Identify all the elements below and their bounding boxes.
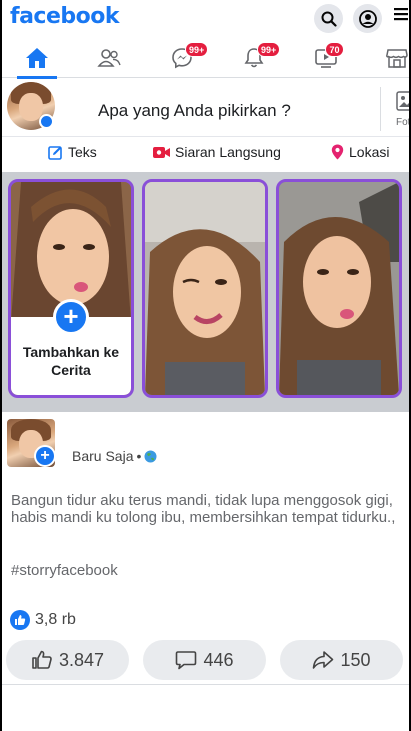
tab-friends[interactable] <box>79 38 139 78</box>
reaction-summary[interactable]: 3,8 rb <box>10 610 76 630</box>
messenger-badge: 99+ <box>185 42 209 57</box>
menu-icon <box>394 8 408 21</box>
search-icon <box>321 11 337 27</box>
facebook-logo[interactable]: facebook <box>10 4 120 29</box>
live-button[interactable]: Siaran Langsung <box>153 144 281 160</box>
thumbs-up-icon <box>32 650 52 669</box>
tab-home[interactable] <box>7 38 67 79</box>
reaction-count: 3,8 rb <box>35 611 76 628</box>
like-reaction-icon <box>10 610 30 630</box>
divider <box>2 684 409 685</box>
edit-icon <box>48 145 62 160</box>
photo-button[interactable]: Fot <box>380 87 409 131</box>
top-bar: facebook <box>2 0 409 38</box>
live-video-icon <box>153 146 170 158</box>
create-story-label: Tambahkan ke Cerita <box>22 344 120 378</box>
photo-icon <box>396 91 409 111</box>
meta-separator: • <box>136 448 142 464</box>
notifications-badge: 99+ <box>257 42 281 57</box>
text-post-label: Teks <box>68 144 97 160</box>
online-indicator <box>39 114 54 129</box>
share-icon <box>313 651 334 669</box>
post-meta: Baru Saja • <box>72 448 157 464</box>
tab-notifications[interactable]: 99+ <box>224 38 284 78</box>
app-screen: facebook 99+ 99+ 70 Apa yang Anda pikirk… <box>2 0 409 731</box>
add-story-icon[interactable]: + <box>53 299 89 335</box>
home-icon <box>26 48 48 68</box>
post-text: Bangun tidur aku terus mandi, tidak lupa… <box>11 492 396 526</box>
live-label: Siaran Langsung <box>175 144 281 160</box>
text-post-button[interactable]: Teks <box>48 144 97 160</box>
like-button[interactable]: 3.847 <box>6 640 129 680</box>
tab-marketplace[interactable] <box>367 38 409 78</box>
story-card[interactable] <box>142 179 268 398</box>
location-button[interactable]: Lokasi <box>331 144 389 160</box>
main-nav: 99+ 99+ 70 <box>2 38 409 79</box>
feed-post: + Baru Saja • Bangun tidur aku terus man… <box>2 408 409 688</box>
store-icon <box>386 49 408 68</box>
create-story-footer: + Tambahkan ke Cerita <box>11 299 131 395</box>
comment-count: 446 <box>203 649 234 670</box>
comment-button[interactable]: 446 <box>143 640 266 680</box>
composer-actions: Teks Siaran Langsung Lokasi <box>2 138 409 170</box>
share-count: 150 <box>340 649 371 670</box>
share-button[interactable]: 150 <box>280 640 403 680</box>
stories-tray: + Tambahkan ke Cerita <box>2 172 409 408</box>
story-photo <box>145 182 265 395</box>
story-card[interactable] <box>276 179 402 398</box>
profile-button[interactable] <box>353 4 382 33</box>
story-photo <box>279 182 399 395</box>
post-time: Baru Saja <box>72 448 134 464</box>
tab-messenger[interactable]: 99+ <box>152 38 212 78</box>
comment-icon <box>176 651 197 670</box>
watch-badge: 70 <box>325 42 344 57</box>
tab-watch[interactable]: 70 <box>296 38 356 78</box>
add-friend-icon[interactable]: + <box>34 445 56 467</box>
post-hashtag[interactable]: #storryfacebook <box>11 562 118 579</box>
composer-input[interactable]: Apa yang Anda pikirkan ? <box>98 101 291 121</box>
globe-icon <box>144 450 157 462</box>
location-pin-icon <box>331 144 344 160</box>
like-count: 3.847 <box>58 649 105 670</box>
post-composer: Apa yang Anda pikirkan ? Fot <box>2 79 409 137</box>
search-button[interactable] <box>314 4 343 33</box>
profile-icon <box>358 9 377 28</box>
friends-icon <box>97 49 121 67</box>
create-story-card[interactable]: + Tambahkan ke Cerita <box>8 179 134 398</box>
photo-label: Fot <box>396 117 409 128</box>
location-label: Lokasi <box>349 144 390 160</box>
menu-button[interactable] <box>394 6 409 30</box>
